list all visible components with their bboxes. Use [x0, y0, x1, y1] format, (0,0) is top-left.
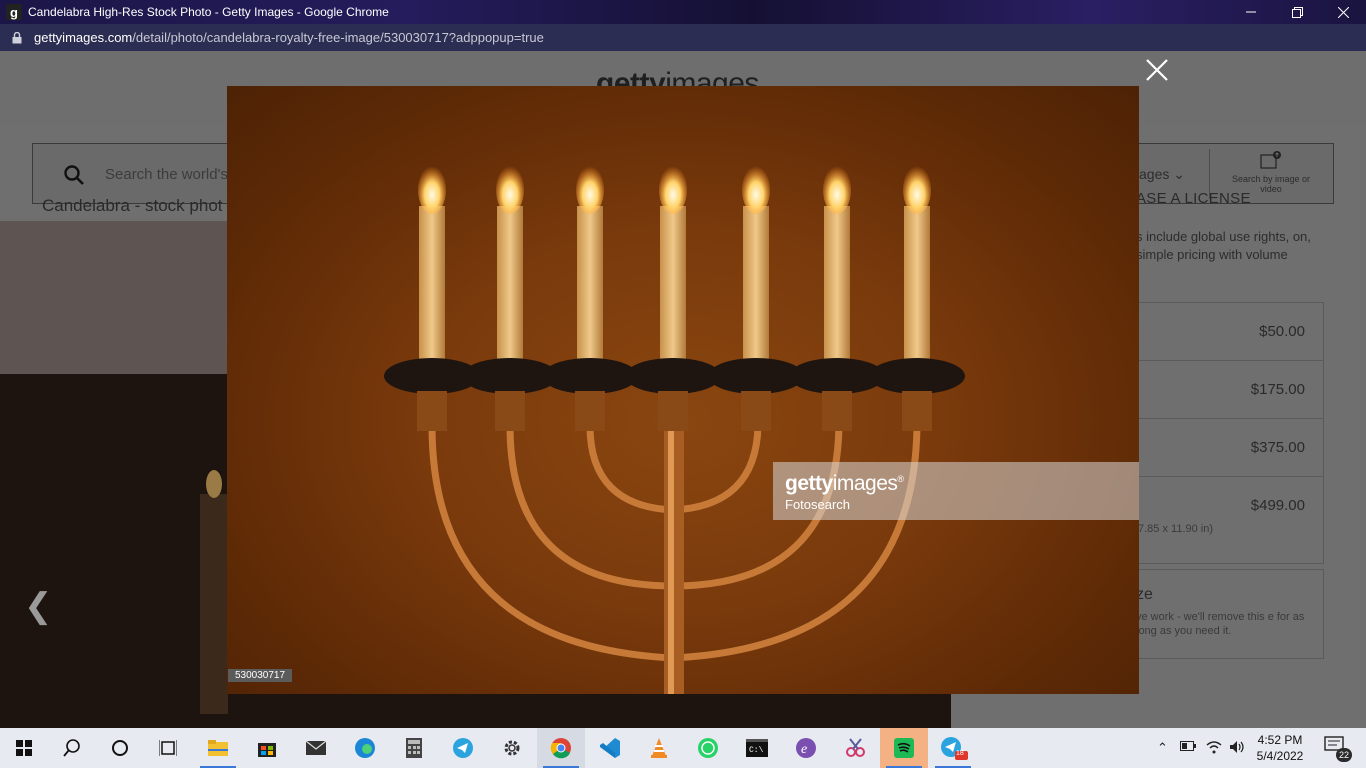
- registered-mark: ®: [897, 474, 904, 484]
- enlarged-photo[interactable]: [227, 86, 1139, 694]
- volume-icon[interactable]: [1229, 740, 1245, 757]
- custom-license-desc: ve work - we'll remove this e for as lon…: [1136, 611, 1305, 637]
- size-price: $175.00: [1250, 381, 1305, 398]
- cortana-icon[interactable]: [96, 728, 144, 768]
- search-input[interactable]: Search the world's: [105, 166, 228, 183]
- lock-icon[interactable]: [10, 31, 24, 45]
- emacs-icon[interactable]: e: [782, 728, 830, 768]
- image-title: Candelabra - stock phot: [42, 196, 223, 215]
- previous-image-arrow[interactable]: ❮: [24, 586, 53, 626]
- window-controls: [1228, 0, 1366, 24]
- file-explorer-icon[interactable]: [194, 728, 242, 768]
- url-path: /detail/photo/candelabra-royalty-free-im…: [132, 30, 544, 45]
- search-icon: [64, 165, 84, 185]
- watermark-logo: gettyimages®: [785, 472, 904, 496]
- watermark-light: images: [832, 472, 898, 495]
- microsoft-store-icon[interactable]: [243, 728, 291, 768]
- window-title: Candelabra High-Res Stock Photo - Getty …: [28, 5, 389, 19]
- minimize-icon: [1246, 11, 1256, 13]
- task-view-icon[interactable]: [144, 728, 192, 768]
- license-description: s include global use rights, on, simple …: [1136, 229, 1311, 262]
- restore-icon: [1291, 6, 1303, 18]
- address-bar[interactable]: gettyimages.com/detail/photo/candelabra-…: [0, 24, 1366, 51]
- getty-watermark: gettyimages® Fotosearch: [773, 462, 1139, 520]
- size-price: $499.00: [1250, 497, 1305, 514]
- svg-text:e: e: [801, 742, 807, 757]
- close-popup-icon[interactable]: [1142, 55, 1172, 85]
- candelabra-illustration: [384, 166, 965, 694]
- wifi-icon[interactable]: [1206, 740, 1222, 757]
- camera-upload-icon: [1260, 151, 1281, 169]
- filter-label: ages: [1139, 166, 1170, 182]
- chevron-up-icon[interactable]: ⌃: [1157, 740, 1168, 756]
- battery-icon[interactable]: [1180, 740, 1196, 755]
- settings-icon[interactable]: [488, 728, 536, 768]
- svg-text:C:\: C:\: [749, 746, 764, 755]
- whatsapp-icon[interactable]: [684, 728, 732, 768]
- restore-button[interactable]: [1274, 0, 1320, 24]
- telegram-badge-count: 18: [956, 750, 964, 757]
- watermark-bold: getty: [785, 472, 833, 495]
- terminal-icon[interactable]: C:\: [733, 728, 781, 768]
- windows-start-icon[interactable]: [0, 728, 48, 768]
- image-type-filter[interactable]: ages ⌄: [1139, 166, 1185, 183]
- system-clock[interactable]: 4:52 PM 5/4/2022: [1250, 732, 1310, 764]
- close-window-button[interactable]: [1320, 0, 1366, 24]
- vlc-icon[interactable]: [635, 728, 683, 768]
- image-id-label: 530030717: [228, 669, 293, 682]
- close-icon: [1337, 6, 1349, 18]
- notification-center-icon[interactable]: 22: [1324, 736, 1352, 762]
- size-dimensions: 7.85 x 11.90 in): [1138, 523, 1214, 535]
- clock-time: 4:52 PM: [1257, 733, 1303, 747]
- chrome-icon[interactable]: [537, 728, 585, 768]
- getty-favicon: g: [6, 4, 22, 20]
- size-price: $50.00: [1259, 323, 1305, 340]
- telegram-badge-icon[interactable]: 18: [929, 728, 977, 768]
- search-by-image-button[interactable]: Search by image or video: [1221, 150, 1321, 194]
- vscode-icon[interactable]: [586, 728, 634, 768]
- url-domain: gettyimages.com: [34, 30, 133, 45]
- telegram-icon[interactable]: [439, 728, 487, 768]
- chrome-title-bar: g Candelabra High-Res Stock Photo - Gett…: [0, 0, 1366, 24]
- size-price: $375.00: [1250, 439, 1305, 456]
- notification-count: 22: [1336, 748, 1352, 762]
- calculator-icon[interactable]: [390, 728, 438, 768]
- edge-icon[interactable]: [341, 728, 389, 768]
- snipping-icon[interactable]: [831, 728, 879, 768]
- clock-date: 5/4/2022: [1256, 749, 1304, 763]
- chevron-down-icon: ⌄: [1173, 166, 1185, 182]
- search-icon[interactable]: [48, 728, 96, 768]
- spotify-icon[interactable]: [880, 728, 928, 768]
- url-text[interactable]: gettyimages.com/detail/photo/candelabra-…: [34, 30, 544, 45]
- minimize-button[interactable]: [1228, 0, 1274, 24]
- license-heading: ASE A LICENSE: [1136, 190, 1251, 207]
- photo-credit: Fotosearch: [785, 497, 851, 512]
- mail-icon[interactable]: [292, 728, 340, 768]
- windows-taskbar: C:\ e 18 ⌃ 4:52 PM 5/4/2022 22: [0, 728, 1366, 768]
